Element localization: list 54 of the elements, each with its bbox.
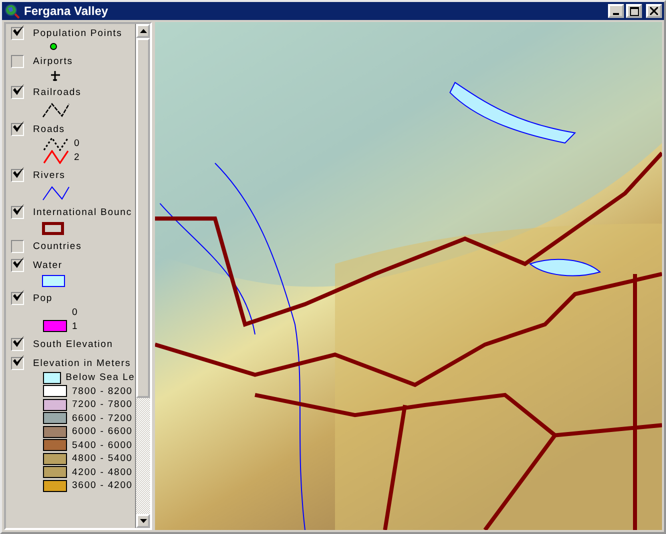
river-line-icon — [42, 185, 70, 201]
class-label: 6000 - 6600 — [72, 426, 133, 438]
close-button[interactable] — [646, 4, 662, 18]
point-symbol-icon — [50, 43, 57, 50]
class-label: 6600 - 7200 — [72, 412, 133, 424]
maximize-button[interactable] — [626, 4, 642, 18]
class-label: 7800 - 8200 — [72, 386, 133, 397]
layer-name: Population Points — [33, 28, 122, 39]
boundary-swatch — [42, 222, 64, 235]
layer-checkbox[interactable] — [11, 206, 24, 219]
layer-checkbox[interactable] — [11, 55, 24, 68]
layer-name: Roads — [33, 124, 65, 135]
scroll-thumb[interactable] — [136, 38, 150, 398]
railroad-line-icon — [42, 102, 70, 118]
layer-checkbox[interactable] — [11, 240, 24, 253]
layer-name: Elevation in Meters — [33, 358, 131, 369]
maximize-icon — [630, 6, 638, 16]
layer-checkbox[interactable] — [11, 259, 24, 272]
scroll-down-button[interactable] — [136, 514, 150, 528]
class-label: 3600 - 4200 — [72, 480, 133, 492]
close-icon — [650, 7, 658, 15]
airplane-icon — [50, 71, 61, 81]
class-label: 0 — [74, 138, 80, 150]
layer-name: Water — [33, 260, 62, 271]
layer-name: International Bounc — [33, 207, 132, 218]
water-swatch — [42, 275, 65, 287]
layer-checkbox[interactable] — [11, 123, 24, 136]
class-label: 2 — [74, 152, 80, 163]
layer-name: Pop — [33, 293, 53, 304]
layer-checkbox[interactable] — [11, 86, 24, 99]
layer-name: Countries — [33, 241, 82, 252]
class-label: 1 — [72, 320, 78, 332]
layer-checkbox[interactable] — [11, 169, 24, 182]
class-label: 4800 - 5400 — [72, 453, 133, 464]
layer-checkbox[interactable] — [11, 357, 24, 370]
layer-name: Rivers — [33, 170, 66, 181]
down-arrow-icon — [140, 519, 146, 523]
globe-magnifier-icon — [4, 3, 20, 19]
class-label: 4200 - 4800 — [72, 466, 133, 478]
window-title: Fergana Valley — [24, 4, 110, 18]
layer-name: Airports — [33, 56, 73, 67]
layer-checkbox[interactable] — [11, 292, 24, 305]
class-label: Below Sea Le — [66, 372, 135, 384]
up-arrow-icon — [140, 29, 146, 33]
class-label: 0 — [72, 307, 78, 318]
vertical-scrollbar[interactable] — [135, 24, 150, 528]
class-label: 5400 - 6000 — [72, 440, 133, 451]
layer-name: Railroads — [33, 87, 82, 98]
scroll-up-button[interactable] — [136, 24, 150, 38]
layer-checkbox[interactable] — [11, 27, 24, 40]
minimize-button[interactable] — [608, 4, 624, 18]
layer-checkbox[interactable] — [11, 338, 24, 351]
layer-name: South Elevation — [33, 339, 114, 350]
class-label: 7200 - 7800 — [72, 399, 133, 410]
